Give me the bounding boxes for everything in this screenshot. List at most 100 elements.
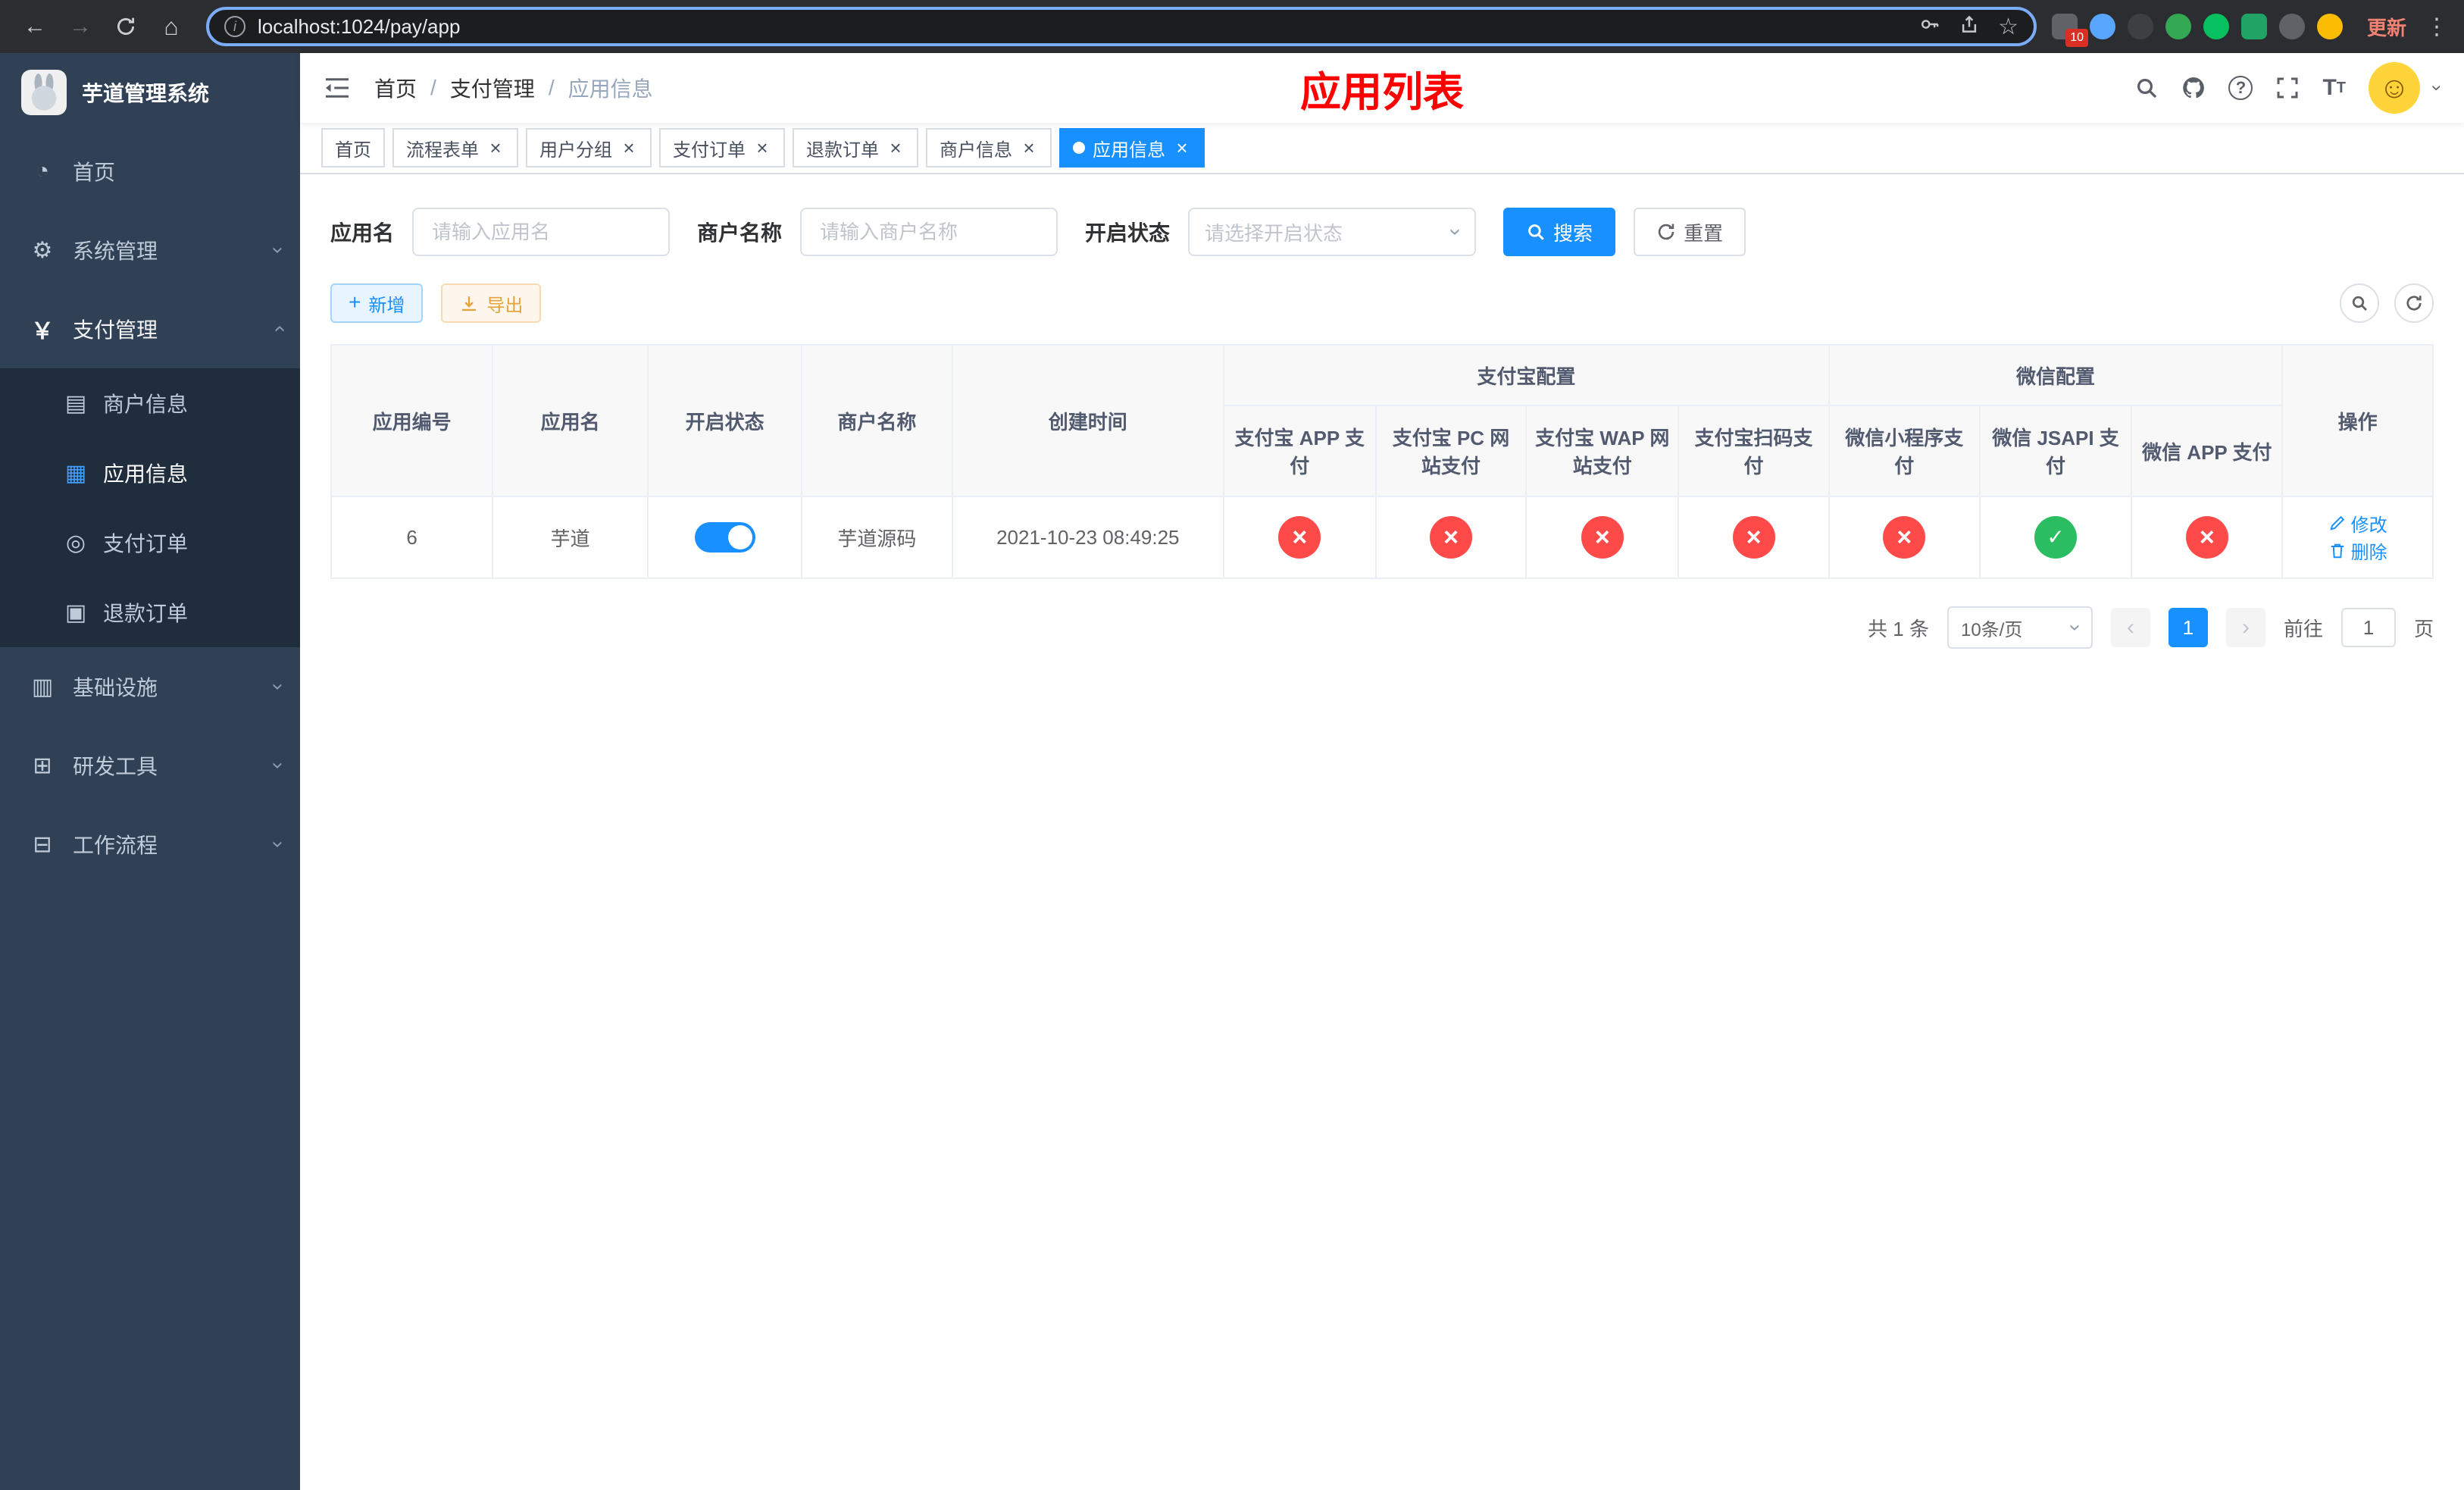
password-key-icon[interactable] (1919, 14, 1940, 40)
sidebar-item-label: 首页 (73, 161, 116, 184)
top-navbar: 首页 / 支付管理 / 应用信息 应用列表 (300, 53, 2464, 123)
export-button[interactable]: 导出 (441, 283, 542, 323)
page-size-select[interactable]: 10条/页 (1946, 606, 2093, 649)
extension-icon[interactable] (2127, 14, 2153, 39)
chevron-down-icon (1452, 220, 1459, 244)
address-bar-icons (1919, 14, 2018, 40)
browser-back-icon[interactable] (15, 7, 55, 46)
extension-badge: 10 (2065, 29, 2088, 47)
prev-page-button[interactable] (2110, 608, 2150, 647)
tab-home[interactable]: 首页 (321, 128, 385, 167)
infrastructure-icon (27, 674, 58, 700)
search-button[interactable]: 搜索 (1503, 208, 1616, 256)
edit-button[interactable]: 修改 (2328, 510, 2387, 537)
extension-icon[interactable] (2203, 14, 2229, 39)
add-button[interactable]: 新增 (330, 283, 424, 323)
extension-icon[interactable]: 10 (2051, 14, 2088, 47)
close-icon[interactable] (1020, 138, 1038, 158)
font-size-icon[interactable] (2322, 75, 2346, 101)
tab-payment-orders[interactable]: 支付订单 (659, 128, 785, 167)
sidebar-item-label: 应用信息 (103, 462, 189, 486)
breadcrumb-separator: / (430, 76, 436, 99)
emoji-avatar-icon[interactable] (2316, 14, 2343, 39)
sidebar-item-workflow[interactable]: 工作流程 (0, 805, 300, 884)
close-icon[interactable] (620, 138, 638, 158)
goto-page-input[interactable] (2340, 608, 2396, 647)
navbar-actions (2134, 62, 2440, 114)
github-icon[interactable] (2181, 76, 2206, 100)
sidebar-toggle-icon[interactable] (324, 77, 350, 99)
sidebar-item-refund-orders[interactable]: 退款订单 (0, 578, 300, 647)
chevron-down-icon[interactable] (2434, 77, 2440, 99)
reset-button[interactable]: 重置 (1634, 208, 1746, 256)
extension-icon[interactable] (2240, 14, 2267, 39)
cell-merchant: 芋道源码 (801, 496, 953, 579)
app-name-input[interactable] (412, 208, 671, 256)
sidebar-item-label: 退款订单 (103, 602, 189, 625)
status-label: 开启状态 (1085, 221, 1171, 245)
share-icon[interactable] (1959, 14, 1980, 40)
chevron-up-icon (275, 317, 282, 341)
sidebar-item-dev-tools[interactable]: 研发工具 (0, 726, 300, 805)
sidebar-item-payment-orders[interactable]: 支付订单 (0, 508, 300, 578)
app-logo[interactable]: 芋道管理系统 (0, 53, 300, 132)
alipay-qr-status-icon (1732, 516, 1775, 559)
browser-update-button[interactable]: 更新 (2367, 13, 2406, 41)
column-header-alipay-wap: 支付宝 WAP 网站支付 (1525, 405, 1680, 497)
page-content: 应用名 商户名称 开启状态 请选择开启状态 (300, 174, 2464, 1490)
chevron-down-icon (275, 753, 282, 778)
browser-address-bar[interactable]: localhost:1024/pay/app (206, 7, 2037, 46)
browser-menu-icon[interactable] (2425, 14, 2449, 40)
logo-image (21, 70, 67, 115)
profile-avatar-icon[interactable] (2165, 14, 2191, 39)
browser-home-icon[interactable] (152, 7, 191, 46)
bookmark-star-icon[interactable] (1998, 14, 2018, 40)
avatar[interactable] (2369, 62, 2420, 114)
next-page-button[interactable] (2225, 608, 2265, 647)
column-header-id: 应用编号 (330, 344, 494, 497)
browser-reload-icon[interactable] (106, 7, 145, 46)
tab-app-info[interactable]: 应用信息 (1059, 128, 1205, 167)
sidebar-item-home[interactable]: 首页 (0, 132, 300, 211)
close-icon[interactable] (753, 138, 771, 158)
wechat-mini-status-icon (1883, 516, 1926, 559)
extensions-puzzle-icon[interactable] (2278, 14, 2305, 39)
help-icon[interactable] (2228, 76, 2253, 100)
search-icon[interactable] (2134, 76, 2159, 100)
tab-refund-orders[interactable]: 退款订单 (793, 128, 918, 167)
status-select[interactable]: 请选择开启状态 (1188, 208, 1477, 256)
merchant-icon (61, 390, 91, 417)
extension-icon[interactable] (2089, 14, 2115, 39)
column-header-alipay-qr: 支付宝扫码支付 (1678, 405, 1830, 497)
tab-merchant-info[interactable]: 商户信息 (926, 128, 1052, 167)
column-header-wechat-app: 微信 APP 支付 (2131, 405, 2284, 497)
fullscreen-icon[interactable] (2275, 76, 2300, 100)
page-info-icon[interactable] (224, 16, 245, 37)
sidebar-item-infrastructure[interactable]: 基础设施 (0, 647, 300, 726)
pen-icon (2329, 515, 2344, 531)
page-number-button[interactable]: 1 (2168, 608, 2208, 647)
tab-label: 用户分组 (539, 139, 612, 161)
close-icon[interactable] (1173, 138, 1191, 158)
refresh-table-button[interactable] (2394, 283, 2434, 323)
toggle-search-button[interactable] (2340, 283, 2379, 323)
delete-button[interactable]: 删除 (2328, 537, 2387, 564)
alipay-app-status-icon (1278, 516, 1321, 559)
column-header-actions: 操作 (2281, 344, 2434, 497)
close-icon[interactable] (486, 138, 505, 158)
search-form: 应用名 商户名称 开启状态 请选择开启状态 (330, 208, 2434, 256)
sidebar-item-payment[interactable]: 支付管理 (0, 290, 300, 368)
browser-forward-icon[interactable] (61, 7, 100, 46)
sidebar-item-app-info[interactable]: 应用信息 (0, 438, 300, 508)
merchant-name-input[interactable] (800, 208, 1058, 256)
close-icon[interactable] (886, 138, 905, 158)
breadcrumb-home[interactable]: 首页 (374, 73, 417, 103)
sidebar-item-merchant-info[interactable]: 商户信息 (0, 368, 300, 438)
search-icon (2352, 296, 2367, 311)
tab-process-form[interactable]: 流程表单 (392, 128, 518, 167)
tab-user-group[interactable]: 用户分组 (526, 128, 652, 167)
cell-name: 芋道 (492, 496, 649, 579)
status-toggle[interactable] (694, 522, 755, 552)
sidebar-item-system[interactable]: 系统管理 (0, 211, 300, 290)
breadcrumb-payment[interactable]: 支付管理 (450, 73, 535, 103)
